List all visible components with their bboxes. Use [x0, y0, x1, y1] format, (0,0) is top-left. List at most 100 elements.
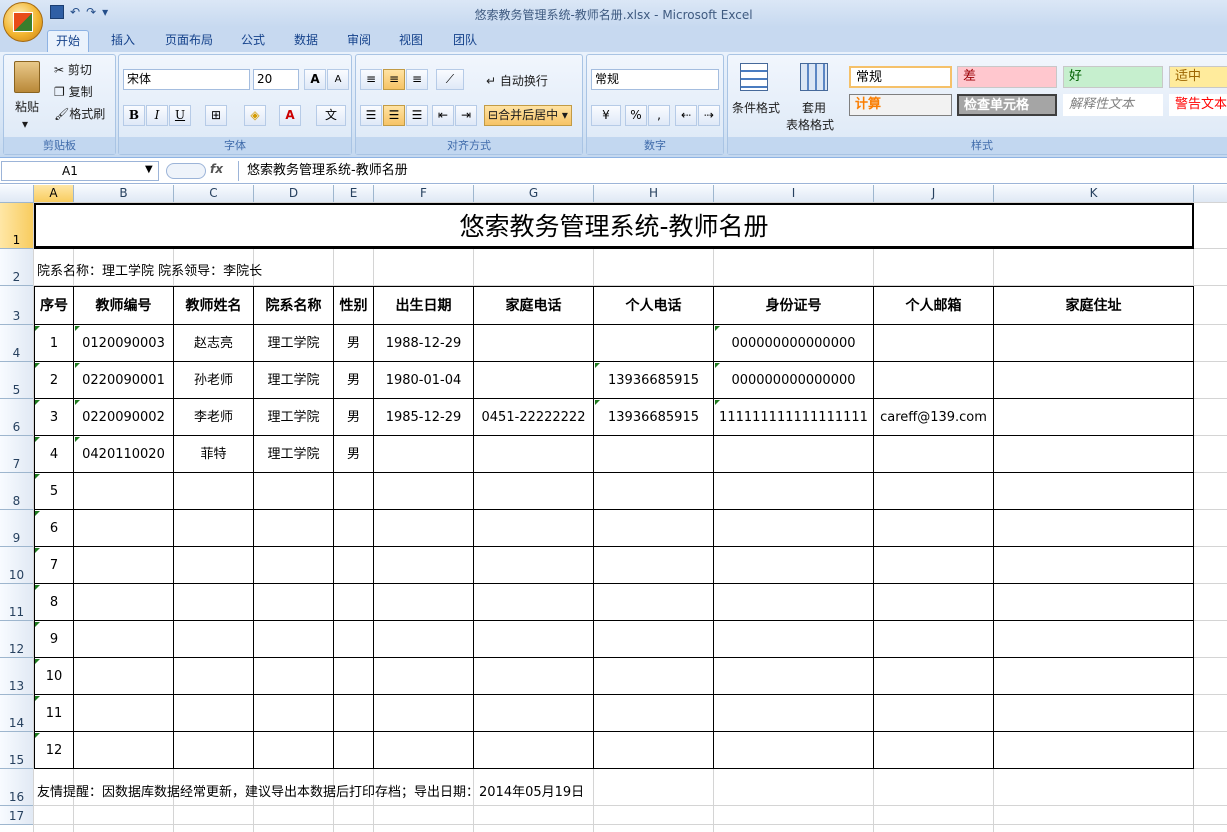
table-cell-8[interactable] [714, 584, 874, 621]
row-header-15[interactable]: 15 [0, 732, 34, 769]
table-cell-1[interactable] [74, 584, 174, 621]
table-header-10[interactable]: 家庭住址 [994, 286, 1194, 325]
table-cell-1[interactable]: 0220090002 [74, 399, 174, 436]
column-header-I[interactable]: I [714, 185, 874, 203]
table-cell-7[interactable] [594, 658, 714, 695]
table-cell-1[interactable] [74, 621, 174, 658]
table-cell-9[interactable] [874, 436, 994, 473]
table-cell-5[interactable]: 1980-01-04 [374, 362, 474, 399]
table-cell-10[interactable] [994, 621, 1194, 658]
table-cell-0[interactable]: 6 [34, 510, 74, 547]
style-calculation[interactable]: 计算 [849, 94, 952, 116]
table-cell-4[interactable] [334, 732, 374, 769]
table-cell-2[interactable] [174, 658, 254, 695]
table-cell-4[interactable] [334, 621, 374, 658]
table-cell-4[interactable] [334, 473, 374, 510]
table-cell-9[interactable] [874, 362, 994, 399]
table-cell-1[interactable] [74, 547, 174, 584]
table-cell-9[interactable] [874, 473, 994, 510]
tab-team[interactable]: 团队 [445, 30, 485, 52]
row-header-7[interactable]: 7 [0, 436, 34, 473]
table-cell-1[interactable] [74, 510, 174, 547]
tab-insert[interactable]: 插入 [103, 30, 143, 52]
name-box[interactable]: A1 [1, 161, 159, 181]
bold-button[interactable]: B [123, 105, 145, 126]
style-explanatory[interactable]: 解释性文本 [1063, 94, 1163, 116]
table-cell-2[interactable] [174, 584, 254, 621]
row-header-3[interactable]: 3 [0, 286, 34, 325]
table-cell-0[interactable]: 12 [34, 732, 74, 769]
table-cell-2[interactable] [174, 621, 254, 658]
table-cell-1[interactable]: 0120090003 [74, 325, 174, 362]
column-header-A[interactable]: A [34, 185, 74, 203]
table-cell-7[interactable] [594, 547, 714, 584]
paste-button[interactable]: 粘贴 [15, 98, 39, 115]
fill-color-button[interactable]: ◈ [244, 105, 266, 126]
table-header-8[interactable]: 身份证号 [714, 286, 874, 325]
table-cell-3[interactable] [254, 732, 334, 769]
align-left-button[interactable]: ☰ [360, 105, 382, 126]
tab-data[interactable]: 数据 [286, 30, 326, 52]
table-cell-0[interactable]: 1 [34, 325, 74, 362]
footer-note[interactable]: 友情提醒：因数据库数据经常更新，建议导出本数据后打印存档；导出日期：2014年0… [34, 769, 1194, 806]
tab-formulas[interactable]: 公式 [233, 30, 273, 52]
table-cell-6[interactable] [474, 473, 594, 510]
table-cell-6[interactable] [474, 362, 594, 399]
wrap-text-button[interactable]: ↵ 自动换行 [486, 72, 548, 89]
formula-bar-resize-icon[interactable] [166, 163, 206, 179]
align-bottom-button[interactable]: ≡ [406, 69, 428, 90]
copy-button[interactable]: ❐ 复制 [54, 83, 93, 100]
table-cell-7[interactable] [594, 584, 714, 621]
table-header-0[interactable]: 序号 [34, 286, 74, 325]
table-cell-7[interactable] [594, 325, 714, 362]
table-cell-0[interactable]: 8 [34, 584, 74, 621]
conditional-format-button[interactable]: 条件格式 [732, 99, 780, 116]
merge-center-button[interactable]: ⊟合并后居中 ▾ [484, 105, 572, 126]
table-format-icon[interactable] [800, 63, 828, 91]
table-header-9[interactable]: 个人邮箱 [874, 286, 994, 325]
table-cell-8[interactable] [714, 732, 874, 769]
orientation-button[interactable]: ⟋ [436, 69, 464, 90]
table-cell-8[interactable] [714, 658, 874, 695]
table-cell-6[interactable] [474, 510, 594, 547]
sheet-title[interactable]: 悠索教务管理系统-教师名册 [34, 203, 1194, 249]
paste-dropdown-icon[interactable]: ▾ [22, 117, 28, 131]
table-cell-5[interactable]: 1988-12-29 [374, 325, 474, 362]
format-painter-button[interactable]: 🖌格式刷 [54, 105, 105, 122]
table-cell-2[interactable] [174, 695, 254, 732]
table-cell-8[interactable]: 000000000000000 [714, 325, 874, 362]
department-info[interactable]: 院系名称：理工学院 院系领导：李院长 [34, 249, 1194, 286]
table-cell-10[interactable] [994, 695, 1194, 732]
table-cell-6[interactable] [474, 658, 594, 695]
row-header-14[interactable]: 14 [0, 695, 34, 732]
table-cell-7[interactable]: 13936685915 [594, 362, 714, 399]
table-cell-9[interactable] [874, 510, 994, 547]
table-cell-8[interactable] [714, 473, 874, 510]
table-cell-8[interactable] [714, 621, 874, 658]
table-cell-6[interactable] [474, 584, 594, 621]
tab-home[interactable]: 开始 [47, 30, 90, 52]
row-header-5[interactable]: 5 [0, 362, 34, 399]
table-header-2[interactable]: 教师姓名 [174, 286, 254, 325]
align-middle-button[interactable]: ≡ [383, 69, 405, 90]
style-bad[interactable]: 差 [957, 66, 1057, 88]
row-header-2[interactable]: 2 [0, 249, 34, 286]
table-format-button-line1[interactable]: 套用 [802, 99, 826, 116]
row-header-8[interactable]: 8 [0, 473, 34, 510]
table-cell-10[interactable] [994, 510, 1194, 547]
table-header-1[interactable]: 教师编号 [74, 286, 174, 325]
table-cell-2[interactable] [174, 547, 254, 584]
table-cell-5[interactable] [374, 473, 474, 510]
table-cell-0[interactable]: 9 [34, 621, 74, 658]
style-normal[interactable]: 常规 [849, 66, 952, 88]
table-cell-10[interactable] [994, 362, 1194, 399]
increase-indent-button[interactable]: ⇥ [455, 105, 477, 126]
style-neutral[interactable]: 适中 [1169, 66, 1227, 88]
comma-button[interactable]: , [648, 105, 670, 126]
table-cell-9[interactable] [874, 732, 994, 769]
worksheet[interactable]: A B C D E F G H I J K 1 2 3 4 5 6 7 8 9 10 11 12 13 14 15 16 17 悠索教务… [0, 185, 1227, 832]
table-cell-1[interactable] [74, 473, 174, 510]
table-cell-0[interactable]: 10 [34, 658, 74, 695]
table-cell-8[interactable] [714, 436, 874, 473]
table-cell-4[interactable]: 男 [334, 399, 374, 436]
